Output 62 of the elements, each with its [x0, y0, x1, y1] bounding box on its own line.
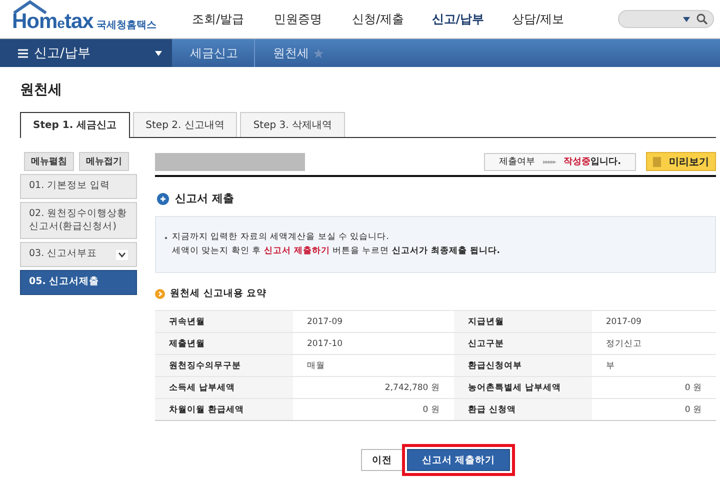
bullet-icon [155, 288, 165, 299]
status-text: 작성중입니다. [564, 156, 621, 168]
table-cell: 0 원 [293, 398, 454, 421]
plus-circle-icon [157, 192, 169, 204]
tab[interactable]: Step 1. 세금신고 [20, 112, 130, 138]
table-cell: 0 원 [592, 398, 716, 421]
nav-link[interactable]: 상담/제보 [498, 10, 578, 28]
chevron-icon[interactable] [116, 250, 128, 260]
table-cell: 지급년월 [454, 310, 592, 333]
step-label: 02. 원천징수이행상황신고서(환급신청서) [29, 208, 128, 234]
table-cell: 농어촌특별세 납부세액 [454, 376, 592, 399]
document-icon [653, 156, 661, 166]
step-menu-item[interactable]: 02. 원천징수이행상황신고서(환급신청서) [20, 202, 137, 240]
star-icon[interactable] [313, 48, 324, 58]
page-title: 원천세 [20, 81, 63, 99]
breadcrumb-link[interactable]: 원천세 [255, 39, 313, 67]
section-title: 신고서 제출 [175, 191, 234, 206]
table-cell: 부 [592, 354, 716, 377]
step-menu-item[interactable]: 03. 신고서부표 [20, 242, 137, 268]
nav-link[interactable]: 민원증명 [258, 10, 338, 28]
menu-dropdown[interactable]: 신고/납부 [0, 39, 172, 67]
table-cell: 정기신고 [592, 332, 716, 355]
caret-icon [155, 50, 162, 56]
nav-link[interactable]: 신고/납부 [418, 10, 498, 28]
nav-link[interactable]: 신청/제출 [338, 10, 418, 28]
table-cell: 2017-09 [293, 310, 454, 333]
step-label: 01. 기본정보 입력 [29, 180, 110, 193]
table-cell: 차월이월 환급세액 [155, 398, 293, 421]
table-cell: 2017-10 [293, 332, 454, 355]
table-cell: 원천징수의무구분 [155, 354, 293, 377]
step-menu-item[interactable]: 05. 신고서제출 [20, 270, 137, 296]
preview-button[interactable]: 미리보기 [646, 152, 716, 171]
step-label: 03. 신고서부표 [29, 248, 98, 262]
table-cell: 매월 [293, 354, 454, 377]
summary-title: 원천세 신고내용 요약 [170, 287, 267, 300]
step-menu-item[interactable]: 01. 기본정보 입력 [20, 174, 137, 199]
tab[interactable]: Step 3. 삭제내역 [240, 112, 345, 137]
table-cell: 0 원 [592, 376, 716, 399]
tab[interactable]: Step 2. 신고내역 [132, 112, 238, 137]
search-icon[interactable] [696, 13, 708, 25]
table-cell: 2,742,780 원 [293, 376, 454, 399]
breadcrumb-link[interactable]: 세금신고 [172, 39, 255, 67]
hometax-logo[interactable]: Hometax 국세청홈택스 [12, 4, 162, 34]
menu-toggle-button[interactable]: 메뉴접기 [79, 152, 129, 171]
search-field[interactable] [618, 10, 714, 28]
notice-text: 지금까지 입력한 자료의 세액계산을 보실 수 있습니다. [172, 232, 389, 242]
table-cell: 2017-09 [592, 310, 716, 333]
table-cell: 소득세 납부세액 [155, 376, 293, 399]
table-cell: 귀속년월 [155, 310, 293, 333]
step-label: 05. 신고서제출 [29, 276, 100, 290]
menu-label: 신고/납부 [34, 45, 90, 62]
menu-toggle-button[interactable]: 메뉴펼침 [24, 152, 74, 171]
table-cell: 환급신청여부 [454, 354, 592, 377]
notice-text: 세액이 맞는지 확인 후 신고서 제출하기 버튼을 누르면 신고서가 최종제출 됩니다. [172, 246, 500, 256]
menu-icon [18, 48, 28, 58]
table-cell: 환급 신청액 [454, 398, 592, 421]
table-cell: 제출년월 [155, 332, 293, 355]
status-label: 제출여부 [499, 156, 535, 168]
nav-link[interactable]: 조회/발급 [178, 10, 258, 28]
table-cell: 신고구분 [454, 332, 592, 355]
action-button[interactable]: 이전 [360, 449, 403, 472]
dropdown-caret-icon[interactable] [683, 16, 690, 22]
